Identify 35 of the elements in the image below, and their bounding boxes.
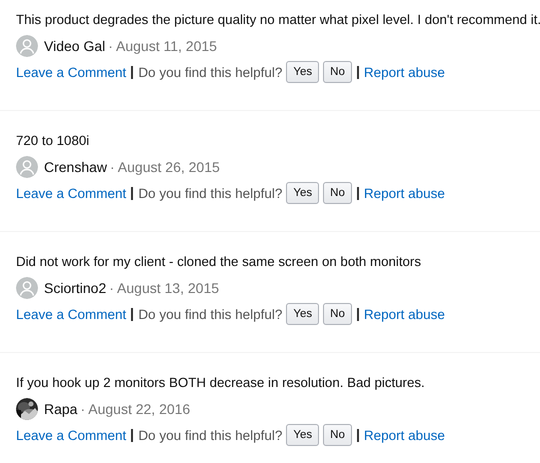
vote-button[interactable]: Yes xyxy=(286,61,320,83)
avatar-icon xyxy=(16,35,38,57)
report-abuse-link[interactable]: Report abuse xyxy=(364,428,445,442)
review-text: This product degrades the picture quality no matter what pixel level. I don't recommend it. xyxy=(16,11,540,29)
review-date: · August 26, 2015 xyxy=(110,159,220,175)
author-name: Sciortino2 xyxy=(44,280,106,296)
leave-comment-link[interactable]: Leave a Comment xyxy=(16,186,126,200)
vote-button[interactable]: Yes xyxy=(286,182,320,204)
review-date: · August 11, 2015 xyxy=(108,38,217,54)
helpful-prompt: Do you find this helpful? xyxy=(138,64,282,80)
report-abuse-link[interactable]: Report abuse xyxy=(364,306,445,322)
author-name: Video Gal xyxy=(44,38,106,54)
review-date: · August 13, 2015 xyxy=(109,280,220,296)
vote-button[interactable]: No xyxy=(323,61,352,83)
avatar-icon xyxy=(16,156,38,178)
review-date: · August 22, 2016 xyxy=(80,401,190,417)
helpful-prompt: Do you find this helpful? xyxy=(138,186,282,200)
leave-comment-link[interactable]: Leave a Comment xyxy=(16,306,126,322)
avatar-icon xyxy=(16,277,38,299)
leave-comment-link[interactable]: Leave a Comment xyxy=(16,64,126,80)
vote-button[interactable]: No xyxy=(323,182,352,204)
vote-button[interactable]: Yes xyxy=(286,303,320,325)
helpful-prompt: Do you find this helpful? xyxy=(138,306,282,322)
author-name: Crenshaw xyxy=(44,159,108,175)
author-name: Rapa xyxy=(44,401,78,417)
report-abuse-link[interactable]: Report abuse xyxy=(364,186,445,200)
helpful-prompt: Do you find this helpful? xyxy=(138,428,282,442)
review-text: If you hook up 2 monitors BOTH decrease in resolution. Bad pictures. xyxy=(16,374,425,392)
vote-button[interactable]: No xyxy=(323,303,352,325)
review-text: 720 to 1080i xyxy=(16,132,90,150)
leave-comment-link[interactable]: Leave a Comment xyxy=(16,428,126,442)
review-text: Did not work for my client - cloned the same screen on both monitors xyxy=(16,253,421,271)
vote-button[interactable]: No xyxy=(323,424,352,446)
vote-button[interactable]: Yes xyxy=(286,424,320,446)
report-abuse-link[interactable]: Report abuse xyxy=(364,64,445,80)
